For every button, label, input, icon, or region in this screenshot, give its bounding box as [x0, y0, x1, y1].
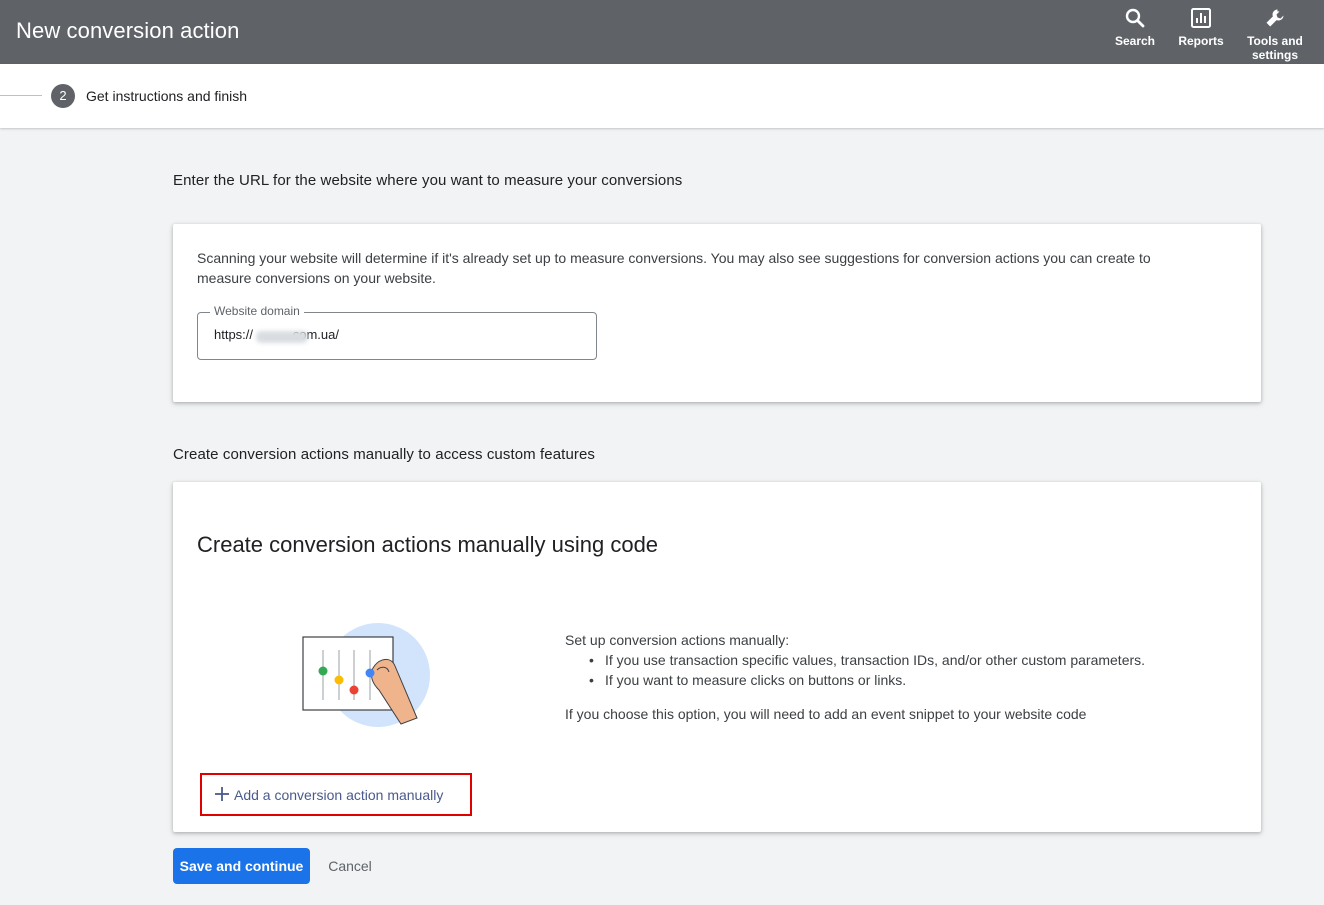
reports-icon: [1191, 8, 1211, 28]
add-conversion-action-label: Add a conversion action manually: [234, 787, 444, 803]
manual-conversion-card: Create conversion actions manually using…: [173, 482, 1261, 832]
search-tool-button[interactable]: Search: [1110, 6, 1160, 48]
page-title: New conversion action: [16, 18, 240, 43]
manual-card-title: Create conversion actions manually using…: [197, 532, 659, 557]
add-conversion-action-button[interactable]: Add a conversion action manually: [200, 773, 472, 816]
scan-description: Scanning your website will determine if …: [197, 250, 1151, 286]
website-domain-label: Website domain: [210, 304, 304, 318]
stepper: 2 Get instructions and finish: [0, 64, 1324, 128]
step-label: Get instructions and finish: [86, 88, 248, 104]
step-number-badge: 2: [51, 84, 75, 108]
manual-setup-info: Set up conversion actions manually: If y…: [565, 630, 1145, 724]
tools-settings-button[interactable]: Tools and settings: [1242, 6, 1308, 62]
manual-bullet-item: If you use transaction specific values, …: [589, 650, 1145, 670]
url-section-heading: Enter the URL for the website where you …: [173, 172, 683, 189]
plus-icon: [215, 787, 229, 801]
manual-intro: Set up conversion actions manually:: [565, 632, 790, 648]
search-tool-label: Search: [1114, 34, 1156, 48]
manual-bullet-list: If you use transaction specific values, …: [565, 650, 1145, 690]
reports-tool-label: Reports: [1178, 34, 1224, 48]
website-domain-field[interactable]: Website domain: [197, 304, 597, 360]
top-app-bar: New conversion action Search Reports Too…: [0, 0, 1324, 64]
manual-bullet-item: If you want to measure clicks on buttons…: [589, 670, 1145, 690]
redacted-domain: [256, 331, 308, 343]
search-icon: [1125, 8, 1145, 28]
manual-note: If you choose this option, you will need…: [565, 706, 1087, 722]
cancel-button[interactable]: Cancel: [318, 848, 382, 884]
manual-section-heading: Create conversion actions manually to ac…: [173, 446, 596, 463]
website-scan-card: Scanning your website will determine if …: [173, 224, 1261, 402]
stepper-connector: [0, 95, 42, 96]
reports-tool-button[interactable]: Reports: [1174, 6, 1228, 48]
save-continue-button[interactable]: Save and continue: [173, 848, 310, 884]
sliders-illustration: [302, 623, 430, 727]
wrench-icon: [1266, 9, 1284, 27]
tools-settings-label: Tools and settings: [1247, 34, 1303, 62]
